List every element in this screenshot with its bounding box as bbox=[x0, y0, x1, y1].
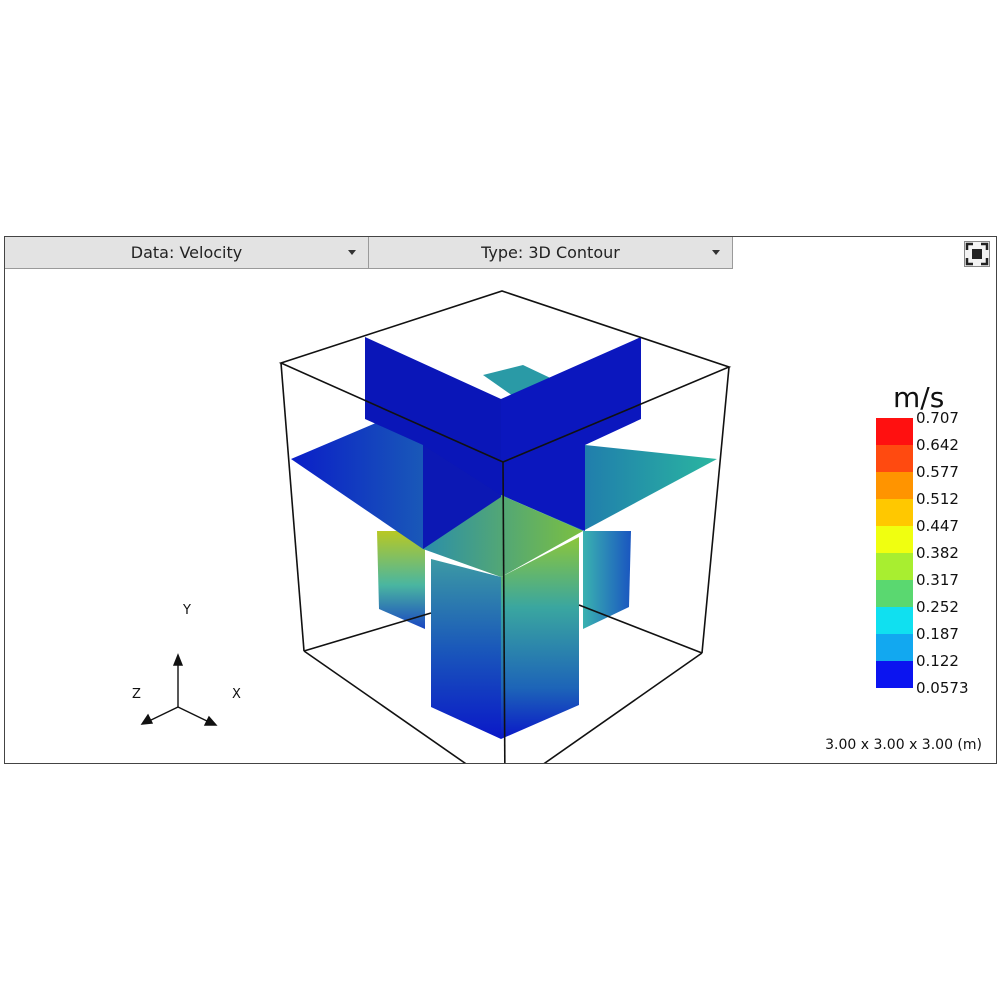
legend-swatch bbox=[876, 553, 913, 580]
domain-dimensions: 3.00 x 3.00 x 3.00 (m) bbox=[825, 737, 982, 753]
legend-swatch bbox=[876, 607, 913, 634]
legend-swatch bbox=[876, 418, 913, 445]
legend-value: 0.707 bbox=[916, 409, 959, 427]
core-left-face bbox=[377, 531, 425, 629]
type-select-label: Type: 3D Contour bbox=[481, 243, 620, 262]
core-right-face bbox=[583, 531, 631, 629]
type-select[interactable]: Type: 3D Contour bbox=[369, 237, 733, 269]
legend-value: 0.577 bbox=[916, 463, 959, 481]
chevron-down-icon bbox=[712, 250, 720, 255]
chevron-down-icon bbox=[348, 250, 356, 255]
legend-value: 0.382 bbox=[916, 544, 959, 562]
legend-value: 0.512 bbox=[916, 490, 959, 508]
legend-value: 0.122 bbox=[916, 652, 959, 670]
viewer-panel: Data: Velocity Type: 3D Contour Y X Z m/… bbox=[4, 236, 997, 764]
viewer-toolbar: Data: Velocity Type: 3D Contour bbox=[5, 237, 733, 269]
data-select[interactable]: Data: Velocity bbox=[5, 237, 369, 269]
legend-swatch bbox=[876, 499, 913, 526]
legend-swatch bbox=[876, 445, 913, 472]
legend-value: 0.0573 bbox=[916, 679, 969, 697]
fullscreen-button[interactable] bbox=[964, 241, 990, 267]
z-axis-label: Z bbox=[132, 687, 141, 702]
y-axis-label: Y bbox=[183, 603, 191, 618]
fullscreen-icon bbox=[965, 242, 989, 266]
legend-value: 0.317 bbox=[916, 571, 959, 589]
data-select-label: Data: Velocity bbox=[130, 243, 243, 262]
vertical-slice-front-left bbox=[431, 559, 501, 739]
legend-value: 0.187 bbox=[916, 625, 959, 643]
3d-viewport[interactable]: Y X Z m/s 0.707 0.642 0.577 0.512 0.447 0.382… bbox=[5, 269, 996, 763]
x-axis-label: X bbox=[232, 687, 241, 702]
legend-swatch bbox=[876, 580, 913, 607]
legend-swatch bbox=[876, 472, 913, 499]
legend-value: 0.252 bbox=[916, 598, 959, 616]
legend-swatch bbox=[876, 526, 913, 553]
axis-triad bbox=[140, 653, 218, 726]
legend-value: 0.642 bbox=[916, 436, 959, 454]
legend-swatch bbox=[876, 634, 913, 661]
legend-swatch bbox=[876, 661, 913, 688]
legend-value: 0.447 bbox=[916, 517, 959, 535]
